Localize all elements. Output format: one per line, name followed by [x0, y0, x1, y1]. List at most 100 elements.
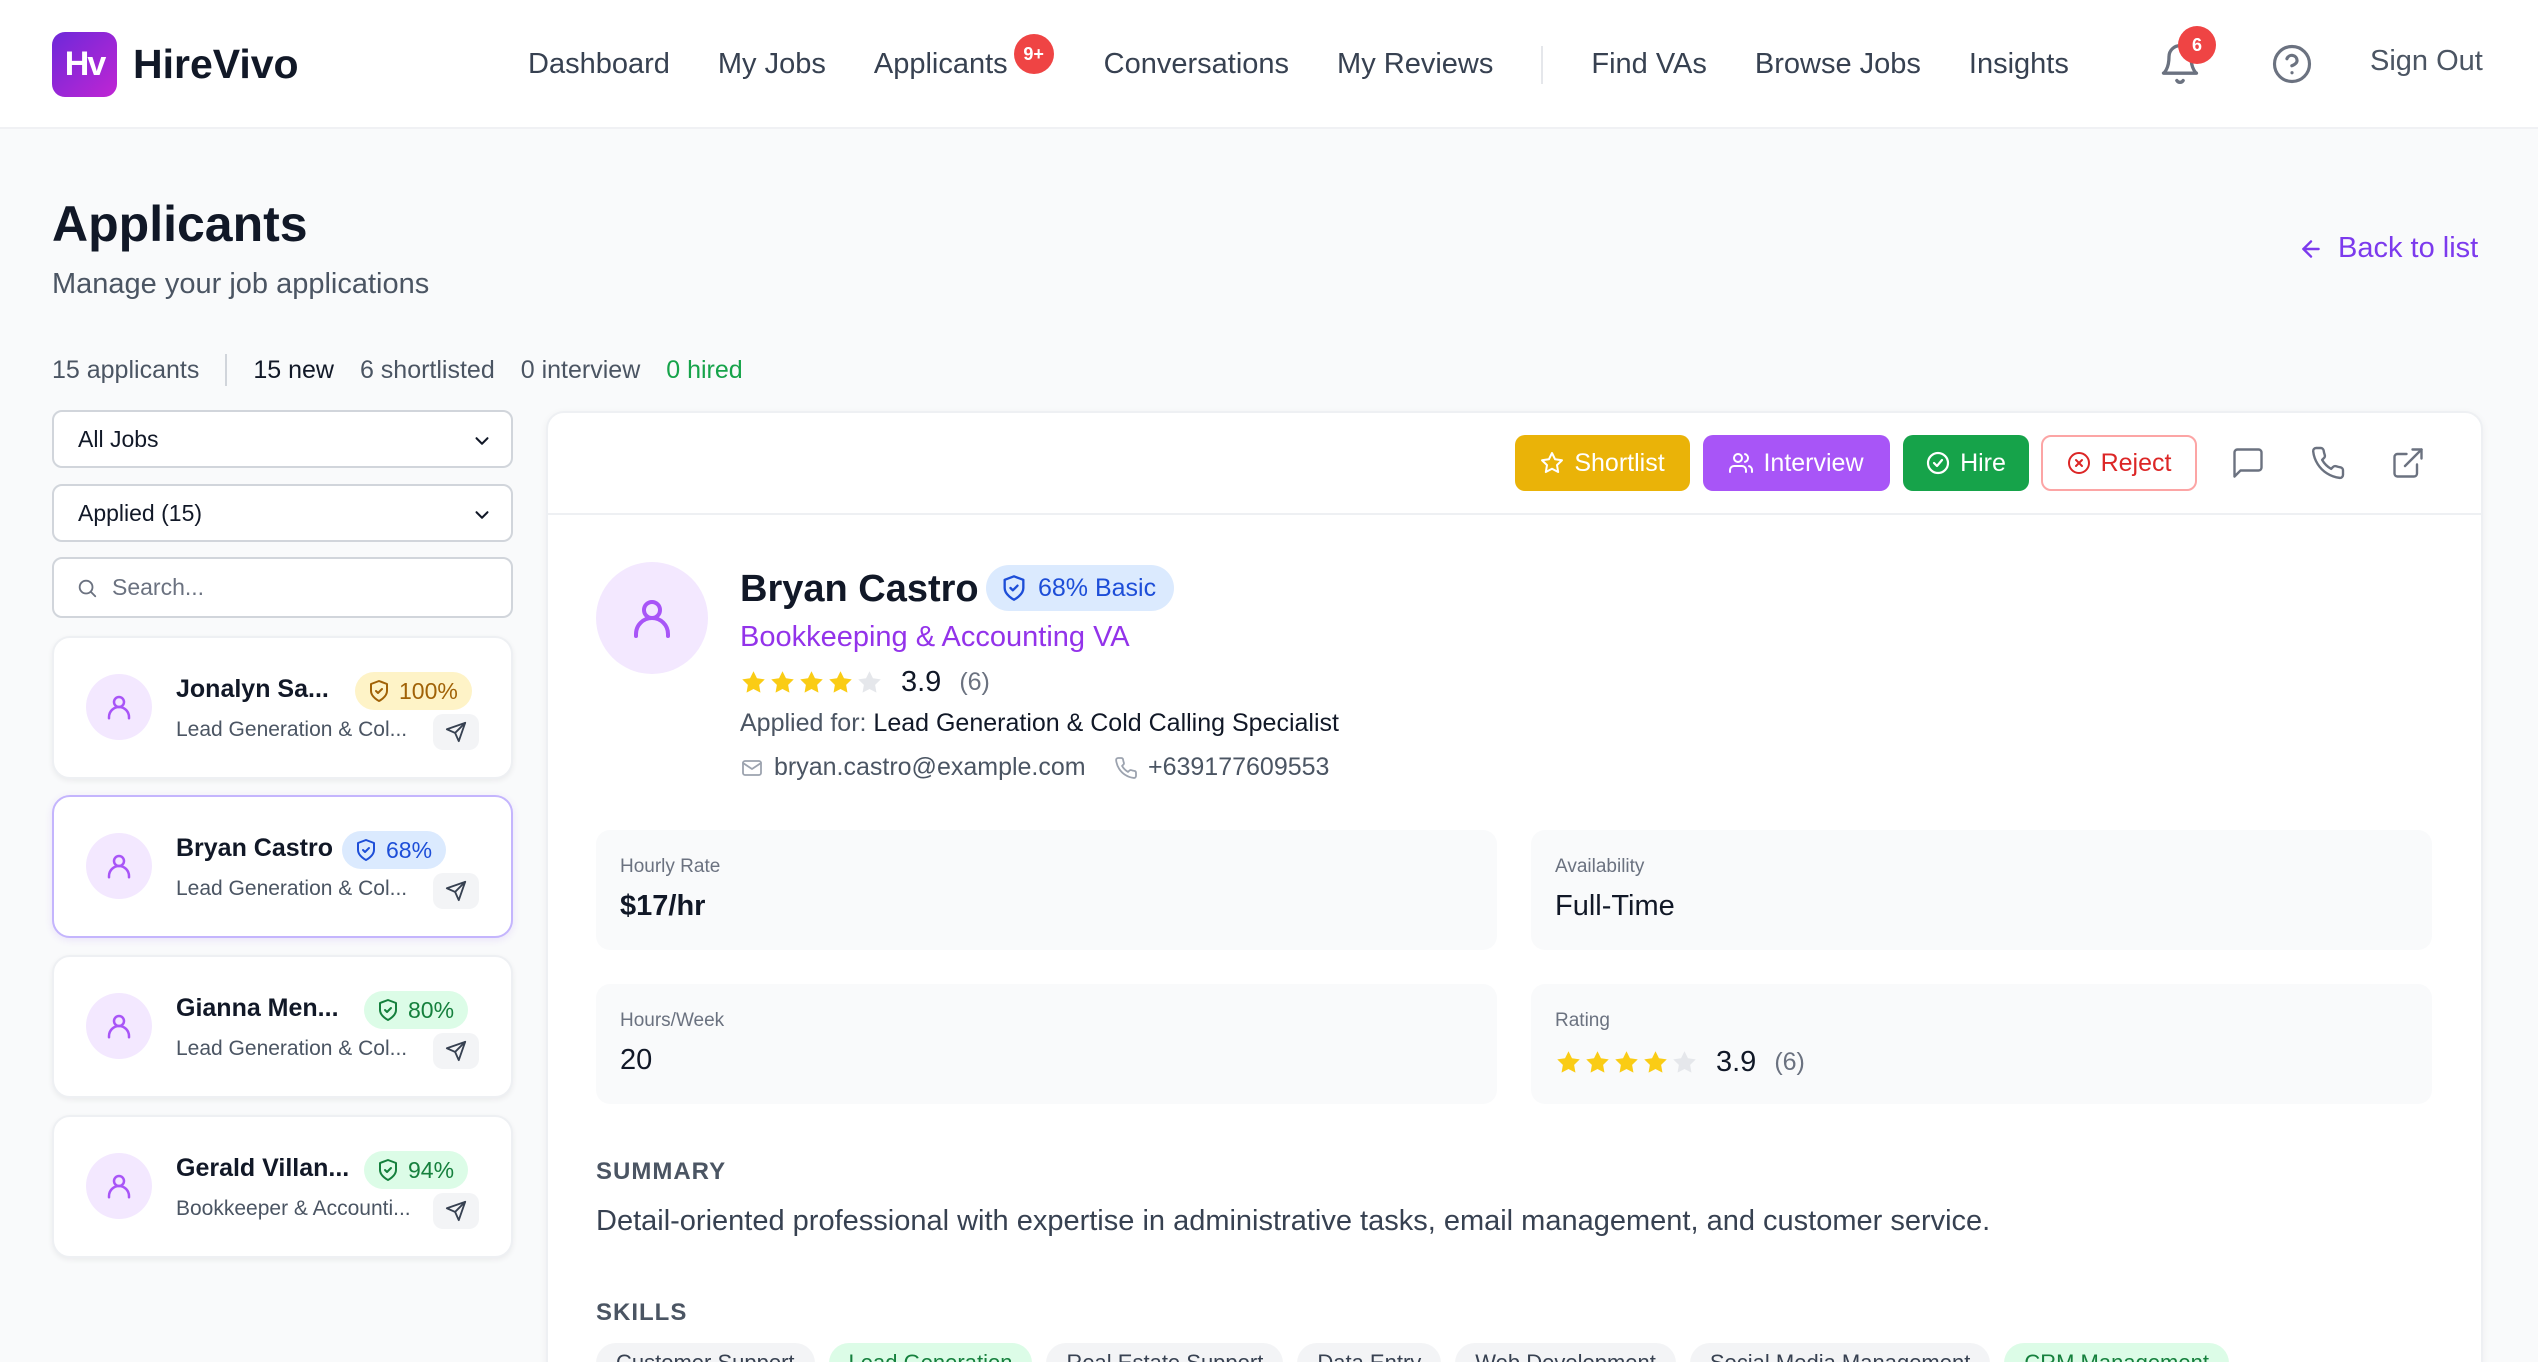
applicant-card[interactable]: Gianna Men... 80% Lead Generation & Col.… — [52, 955, 513, 1098]
applicant-role: Bookkeeper & Accounti... — [176, 1197, 411, 1220]
avatar — [86, 674, 152, 740]
search-input[interactable] — [112, 574, 492, 601]
rating-card: Rating 3.9 (6) — [1531, 984, 2432, 1104]
search-icon — [78, 579, 97, 597]
shield-check-icon — [379, 999, 397, 1021]
send-message-button[interactable] — [433, 1033, 479, 1069]
stat-shortlisted[interactable]: 6 shortlisted — [360, 356, 495, 385]
status-filter-select[interactable]: Applied (15) — [52, 484, 513, 542]
applicant-name: Gerald Villan... — [176, 1154, 350, 1182]
stat-total: 15 applicants — [52, 355, 200, 384]
hire-button[interactable]: Hire — [1903, 435, 2029, 491]
nav-browse-jobs[interactable]: Browse Jobs — [1755, 48, 1921, 81]
notification-badge: 6 — [2178, 26, 2216, 64]
applicant-card[interactable]: Gerald Villan... 94% Bookkeeper & Accoun… — [52, 1115, 513, 1258]
user-icon — [107, 1174, 131, 1199]
hourly-rate-card: Hourly Rate $17/hr — [596, 830, 1497, 950]
phone-value: +639177609553 — [1148, 753, 1330, 781]
arrow-left-icon — [2302, 239, 2320, 258]
email-contact[interactable]: bryan.castro@example.com — [740, 753, 1086, 782]
nav-my-jobs[interactable]: My Jobs — [718, 48, 826, 81]
avatar — [86, 1153, 152, 1219]
search-box[interactable] — [52, 557, 513, 618]
check-circle-icon — [1926, 451, 1950, 475]
chevron-down-icon — [475, 511, 489, 519]
nav-applicants[interactable]: Applicants 9+ — [874, 34, 1054, 81]
job-filter-value: All Jobs — [78, 425, 159, 452]
star-empty-icon — [1673, 1051, 1696, 1073]
star-filled-icon — [1586, 1051, 1609, 1073]
brand-logo[interactable]: Hv HireVivo — [52, 32, 299, 97]
hours-week-label: Hours/Week — [620, 1010, 725, 1031]
applicant-name: Jonalyn Sa... — [176, 675, 329, 703]
back-to-list-link[interactable]: Back to list — [2298, 232, 2478, 265]
applicant-role: Lead Generation & Col... — [176, 718, 408, 741]
users-icon — [1729, 453, 1754, 473]
send-message-button[interactable] — [433, 873, 479, 909]
x-circle-icon — [2067, 452, 2090, 474]
avatar — [86, 993, 152, 1059]
send-message-button[interactable] — [433, 1193, 479, 1229]
help-icon[interactable] — [2271, 43, 2313, 85]
nav-insights[interactable]: Insights — [1969, 48, 2069, 81]
nav-conversations[interactable]: Conversations — [1104, 48, 1289, 81]
skills-heading: SKILLS — [596, 1299, 688, 1326]
message-icon[interactable] — [2230, 445, 2266, 481]
hourly-rate-value: $17/hr — [620, 890, 706, 922]
availability-value: Full-Time — [1555, 890, 1675, 922]
phone-icon — [1115, 756, 1137, 779]
match-score-badge: 100% — [355, 672, 472, 710]
shield-check-icon — [379, 1159, 397, 1181]
brand-name: HireVivo — [133, 41, 299, 87]
reject-label: Reject — [2100, 448, 2172, 477]
star-filled-icon — [1557, 1051, 1580, 1073]
logo-icon: Hv — [52, 32, 117, 97]
nav-my-reviews[interactable]: My Reviews — [1337, 48, 1493, 81]
profile-rating: 3.9 (6) — [740, 666, 990, 699]
applied-for-job: Lead Generation & Cold Calling Specialis… — [873, 709, 1339, 737]
profile-name: Bryan Castro — [740, 568, 979, 610]
stat-new[interactable]: 15 new — [253, 356, 334, 385]
user-icon — [107, 854, 131, 879]
action-toolbar: Shortlist Interview Hire Reject — [548, 413, 2481, 515]
user-icon — [107, 695, 131, 720]
shield-check-icon — [357, 839, 375, 861]
profile-score-badge: 68% Basic — [986, 565, 1175, 611]
match-score-badge: 80% — [364, 991, 469, 1029]
match-score: 100% — [399, 677, 458, 704]
star-rating — [740, 669, 885, 696]
nav-find-vas[interactable]: Find VAs — [1591, 48, 1707, 81]
phone-icon[interactable] — [2310, 445, 2346, 481]
skill-tag-matched: Lead Generation — [828, 1343, 1033, 1362]
phone-contact[interactable]: +639177609553 — [1114, 753, 1329, 782]
profile-avatar — [596, 562, 708, 674]
star-filled-icon — [1644, 1051, 1667, 1073]
page-subtitle: Manage your job applications — [52, 268, 430, 300]
interview-button[interactable]: Interview — [1703, 435, 1890, 491]
applicant-card-selected[interactable]: Bryan Castro 68% Lead Generation & Col..… — [52, 795, 513, 938]
user-icon — [107, 1014, 131, 1039]
applicant-name: Gianna Men... — [176, 994, 339, 1022]
stats-divider — [225, 354, 228, 386]
availability-label: Availability — [1555, 856, 1645, 877]
stat-interview[interactable]: 0 interview — [521, 356, 641, 385]
nav-dashboard[interactable]: Dashboard — [528, 48, 670, 81]
shield-check-icon — [370, 680, 388, 702]
shortlist-button[interactable]: Shortlist — [1515, 435, 1690, 491]
star-filled-icon — [742, 671, 765, 693]
match-score-badge: 94% — [364, 1151, 469, 1189]
applicant-card[interactable]: Jonalyn Sa... 100% Lead Generation & Col… — [52, 636, 513, 779]
page-title: Applicants — [52, 196, 308, 252]
send-message-button[interactable] — [433, 714, 479, 750]
chevron-down-icon — [475, 437, 489, 445]
applicants-count-badge: 9+ — [1013, 34, 1054, 74]
stat-hired[interactable]: 0 hired — [666, 356, 742, 385]
external-link-icon[interactable] — [2390, 445, 2426, 481]
job-filter-select[interactable]: All Jobs — [52, 410, 513, 468]
star-icon — [1541, 452, 1564, 474]
sign-out-link[interactable]: Sign Out — [2370, 45, 2483, 78]
star-filled-icon — [771, 671, 794, 693]
reject-button[interactable]: Reject — [2041, 435, 2197, 491]
skill-tag-matched: CRM Management — [2004, 1343, 2229, 1362]
rating-count: (6) — [959, 668, 990, 696]
